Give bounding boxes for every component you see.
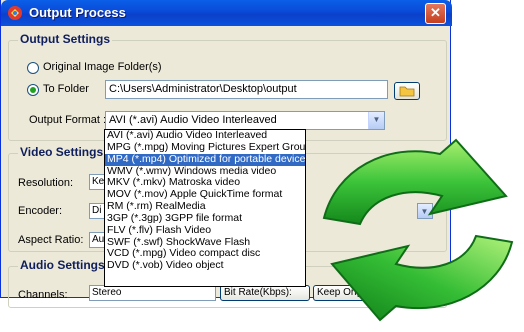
close-button[interactable]: ✕ [425,3,446,24]
output-format-label: Output Format : [29,114,107,126]
output-format-value: AVI (*.avi) Audio Video Interleaved [109,114,277,126]
resolution-select[interactable]: Ke [89,174,105,190]
aspect-ratio-label: Aspect Ratio: [18,234,84,246]
format-option[interactable]: FLV (*.flv) Flash Video [105,224,305,237]
format-option[interactable]: 3GP (*.3gp) 3GPP file format [105,212,305,225]
resolution-label: Resolution: [18,177,74,189]
format-option[interactable]: DVD (*.vob) Video object [105,259,305,272]
window-title: Output Process [29,5,126,20]
refresh-arrows-icon [322,138,514,322]
bit-rate-label: Bit Rate(Kbps): [220,285,310,301]
encoder-label: Encoder: [18,205,63,217]
channels-label: Channels: [18,289,68,301]
browse-folder-button[interactable] [394,82,420,100]
aspect-ratio-select[interactable]: Au [89,232,105,248]
to-folder-radio[interactable] [27,84,39,96]
original-folder-label: Original Image Folder(s) [43,61,162,73]
folder-icon [399,86,415,97]
format-option[interactable]: MPG (*.mpg) Moving Pictures Expert Group [105,141,305,154]
title-bar[interactable]: Output Process ✕ [1,0,452,26]
output-format-dropdown-list[interactable]: AVI (*.avi) Audio Video Interleaved MPG (… [104,129,306,287]
output-settings-heading: Output Settings [18,32,112,46]
original-folder-radio[interactable] [27,62,39,74]
to-folder-label: To Folder [43,83,89,95]
format-option[interactable]: MP4 (*.mp4) Optimized for portable devic… [105,153,305,166]
encoder-select[interactable]: Di [89,203,105,219]
folder-path-input[interactable]: C:\Users\Administrator\Desktop\output [105,80,388,99]
audio-settings-heading: Audio Settings [18,258,107,272]
channels-select[interactable]: Stereo [89,285,216,301]
app-icon [8,6,22,20]
video-settings-heading: Video Settings [18,145,106,159]
